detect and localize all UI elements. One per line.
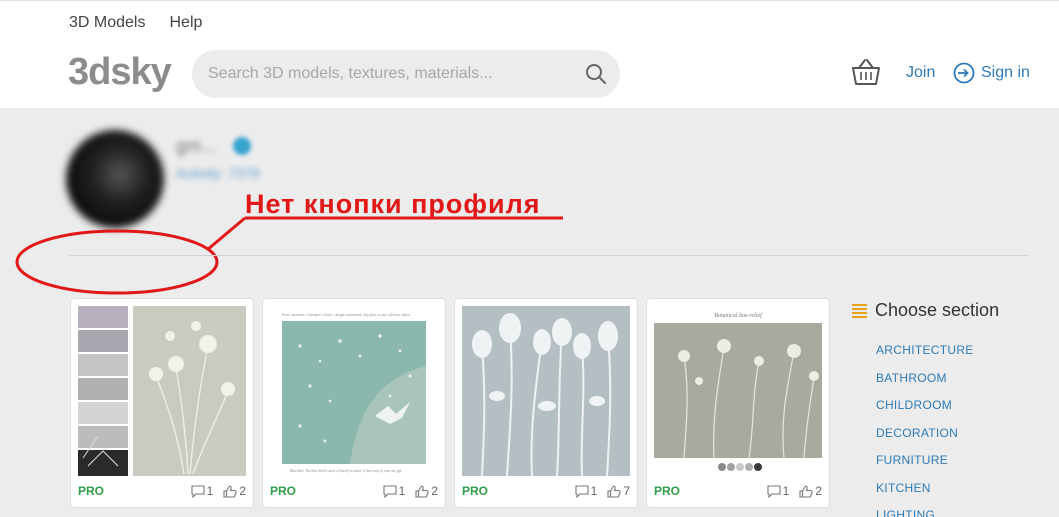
comment-icon	[191, 484, 205, 498]
comment-icon	[575, 484, 589, 498]
comment-icon	[767, 484, 781, 498]
choose-section-label: Choose section	[875, 300, 1000, 320]
pro-badge: PRO	[654, 484, 681, 498]
like-icon	[799, 484, 813, 498]
like-count: 2	[431, 484, 438, 498]
card-stats: 1 7	[575, 484, 630, 498]
like-count: 2	[239, 484, 246, 498]
profile-activity: Activity: 7378	[176, 165, 260, 181]
pro-badge: PRO	[270, 484, 297, 498]
like-icon	[223, 484, 237, 498]
section-item-bathroom[interactable]: BATHROOM	[876, 370, 974, 398]
comment-count: 1	[782, 484, 790, 498]
card-stats: 1 2	[191, 484, 246, 498]
model-card[interactable]: PRO 1 7	[454, 298, 638, 508]
comment-count: 1	[398, 484, 406, 498]
model-card[interactable]: Botanical bas-relief PRO 1 2	[646, 298, 830, 508]
section-item-lighting[interactable]: LIGHTING	[876, 507, 974, 517]
like-count: 7	[623, 484, 630, 498]
signin-icon	[953, 62, 975, 84]
site-logo[interactable]: 3dsky	[68, 51, 172, 94]
like-icon	[415, 484, 429, 498]
model-card[interactable]: Erotic moments. Customer's choice: desig…	[262, 298, 446, 508]
avatar	[66, 130, 164, 228]
signin-label: Sign in	[981, 64, 1030, 81]
pro-badge: PRO	[462, 484, 489, 498]
comment-count: 1	[206, 484, 214, 498]
section-list: ARCHITECTURE BATHROOM CHILDROOM DECORATI…	[876, 342, 974, 517]
model-thumbnail	[78, 306, 246, 476]
section-item-kitchen[interactable]: KITCHEN	[876, 480, 974, 508]
signin-link[interactable]: Sign in	[953, 62, 1030, 84]
search-icon[interactable]	[584, 62, 608, 86]
card-stats: 1 2	[383, 484, 438, 498]
model-thumbnail	[462, 306, 630, 476]
model-card[interactable]: PRO 1 2	[70, 298, 254, 508]
nav-3d-models-link[interactable]: 3D Models	[69, 14, 145, 32]
verified-badge-icon	[233, 137, 251, 155]
top-links: 3D Models Help	[69, 14, 202, 32]
search-bar	[192, 50, 620, 98]
choose-section-heading: Choose section	[852, 300, 999, 321]
card-stats: 1 2	[767, 484, 822, 498]
section-item-architecture[interactable]: ARCHITECTURE	[876, 342, 974, 370]
section-item-decoration[interactable]: DECORATION	[876, 425, 974, 453]
card-caption-top: Botanical bas-relief	[714, 312, 763, 319]
model-thumbnail: Erotic moments. Customer's choice: desig…	[270, 306, 438, 476]
like-count: 2	[815, 484, 822, 498]
profile-divider	[69, 255, 1029, 256]
list-icon	[852, 303, 867, 318]
comment-count: 1	[590, 484, 598, 498]
model-thumbnail: Botanical bas-relief	[654, 306, 822, 476]
like-icon	[607, 484, 621, 498]
section-item-childroom[interactable]: CHILDROOM	[876, 397, 974, 425]
annotation-text: Нет кнопки профиля	[245, 189, 541, 219]
search-input[interactable]	[208, 50, 578, 98]
nav-help-link[interactable]: Help	[169, 14, 202, 32]
section-item-furniture[interactable]: FURNITURE	[876, 452, 974, 480]
basket-icon[interactable]	[850, 57, 882, 87]
pro-badge: PRO	[78, 484, 105, 498]
header-bar: 3D Models Help 3dsky Join Sign in	[0, 0, 1059, 108]
join-link[interactable]: Join	[906, 64, 935, 82]
comment-icon	[383, 484, 397, 498]
profile-username: gm...	[176, 136, 217, 156]
